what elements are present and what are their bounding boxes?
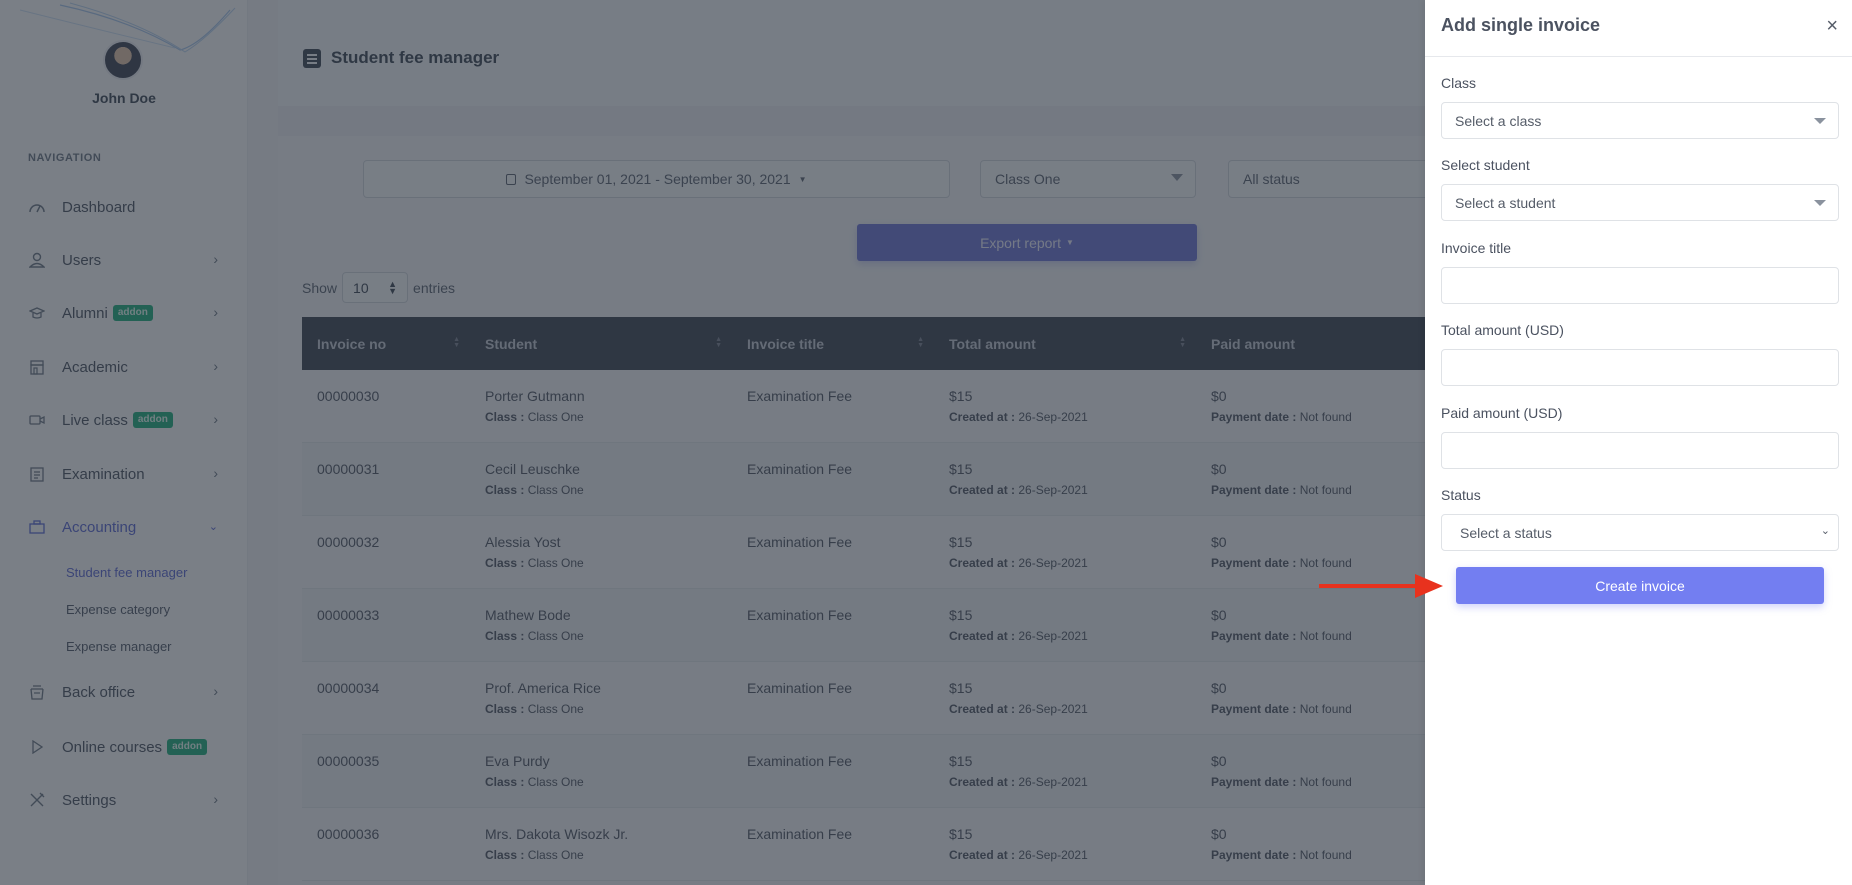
class-label: Class — [1441, 75, 1477, 91]
panel-divider — [1425, 56, 1852, 57]
status-select-placeholder: Select a status — [1460, 524, 1552, 541]
total-amount-input[interactable] — [1441, 349, 1839, 386]
paid-amount-label: Paid amount (USD) — [1441, 405, 1563, 421]
class-select-placeholder: Select a class — [1455, 112, 1542, 129]
total-amount-label: Total amount (USD) — [1441, 322, 1564, 338]
close-icon[interactable]: × — [1826, 16, 1838, 36]
create-invoice-button[interactable]: Create invoice — [1456, 567, 1824, 604]
student-label: Select student — [1441, 157, 1530, 173]
invoice-title-label: Invoice title — [1441, 240, 1512, 256]
status-select[interactable]: Select a status ⌄ — [1441, 514, 1839, 551]
student-select[interactable]: Select a student — [1441, 184, 1839, 221]
invoice-title-input[interactable] — [1441, 267, 1839, 304]
student-select-placeholder: Select a student — [1455, 194, 1556, 211]
status-label: Status — [1441, 487, 1481, 503]
dropdown-arrow-icon — [1814, 200, 1826, 206]
add-invoice-panel: Add single invoice × Class Select a clas… — [1425, 0, 1852, 885]
dropdown-arrow-icon — [1814, 118, 1826, 124]
annotation-arrow-icon — [1319, 574, 1443, 598]
paid-amount-input[interactable] — [1441, 432, 1839, 469]
chevron-down-icon: ⌄ — [1820, 525, 1830, 537]
class-select[interactable]: Select a class — [1441, 102, 1839, 139]
panel-title: Add single invoice — [1441, 15, 1601, 35]
